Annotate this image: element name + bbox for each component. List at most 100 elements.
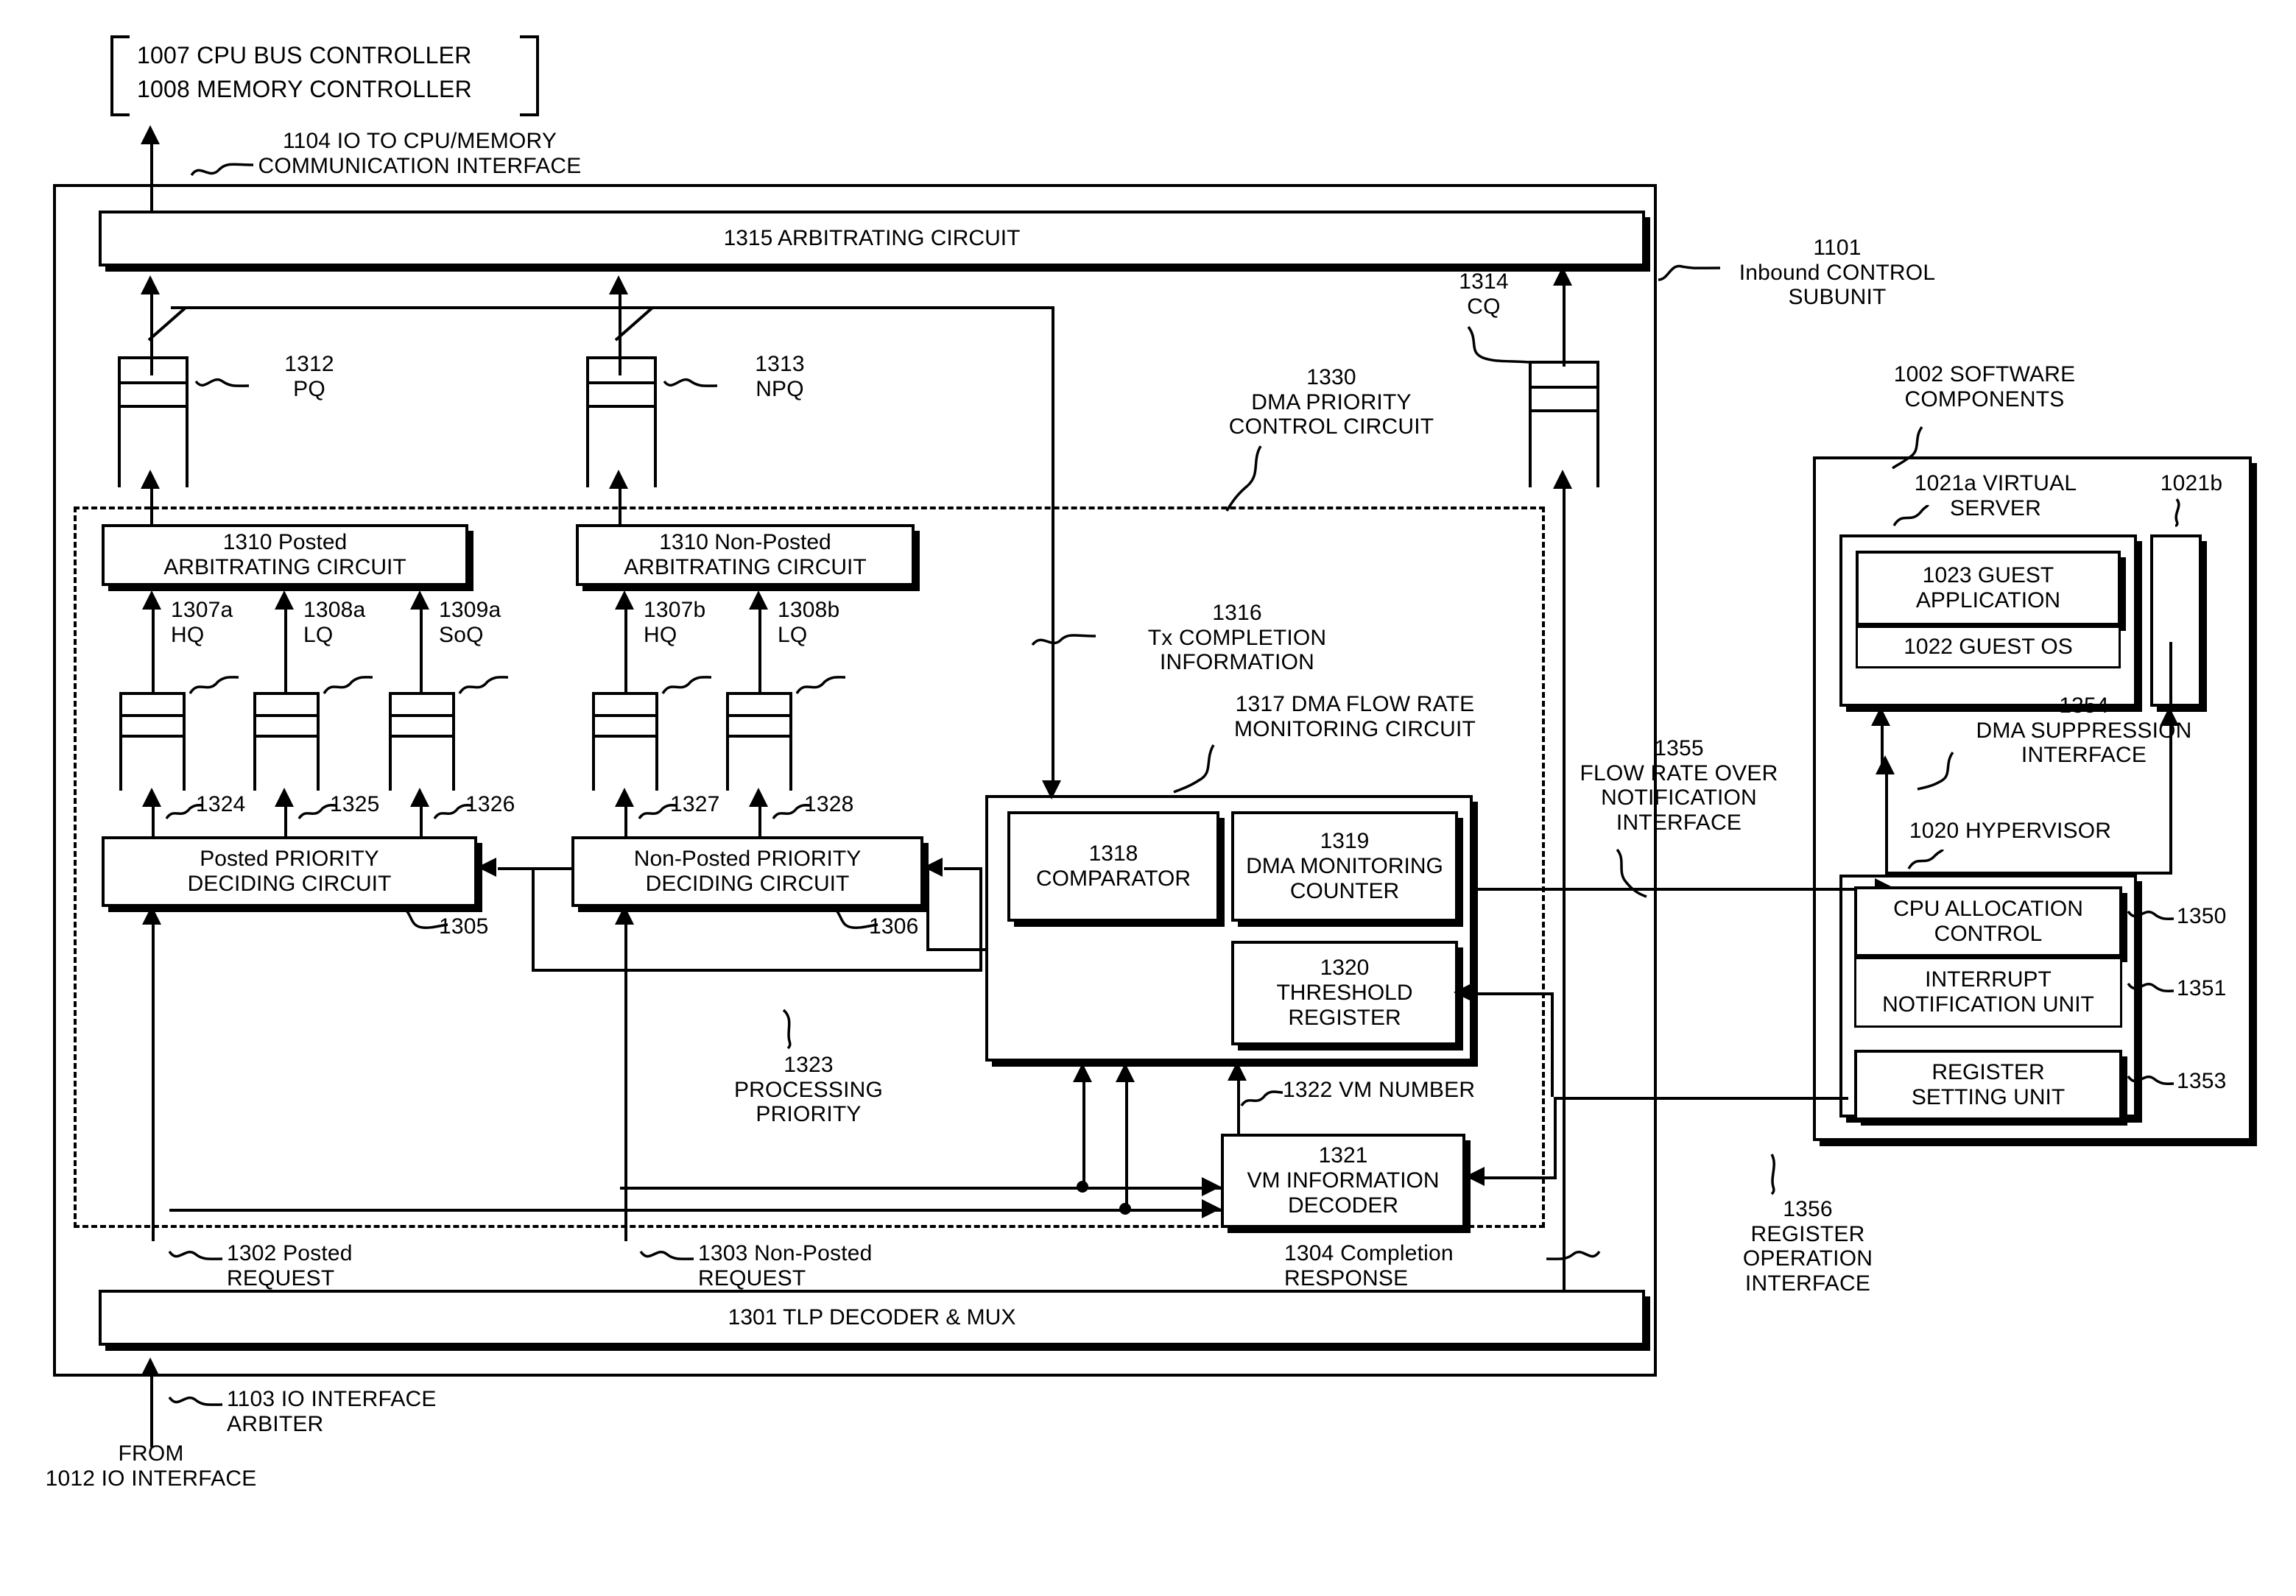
nonposted-priority-deciding-circuit-1306: Non-Posted PRIORITY DECIDING CIRCUIT bbox=[571, 836, 923, 907]
leader-1308a bbox=[323, 674, 374, 696]
dma-monitoring-counter-1319: 1319 DMA MONITORING COUNTER bbox=[1231, 811, 1458, 922]
leader-1323 bbox=[773, 1009, 803, 1050]
queue-hq-a bbox=[119, 692, 186, 760]
queue-pq-left-tail bbox=[118, 442, 121, 487]
posted-priority-ref-1305: 1305 bbox=[439, 914, 489, 939]
leader-1308b bbox=[795, 674, 847, 696]
arrow-1325 bbox=[275, 788, 294, 807]
pp-bus-horizontal bbox=[532, 969, 982, 972]
arrow-1324 bbox=[142, 788, 161, 807]
bus-nib-mid bbox=[611, 306, 655, 347]
queue-cq-right-tail bbox=[1596, 446, 1599, 487]
arrow-into-pq bbox=[141, 470, 160, 489]
arrow-npq-to-arb bbox=[609, 275, 628, 294]
signal-1325-label: 1325 bbox=[330, 792, 380, 816]
arrow-vm-number bbox=[1228, 1062, 1247, 1081]
line-tap-1 bbox=[1082, 1082, 1085, 1187]
lq-1308a-label: 1308a LQ bbox=[303, 598, 366, 647]
arrow-cq-to-arb bbox=[1553, 266, 1572, 286]
patent-figure-canvas: 1007 CPU BUS CONTROLLER 1008 MEMORY CONT… bbox=[0, 0, 2296, 1596]
leader-1326 bbox=[433, 802, 473, 822]
threshold-register-1320: 1320 THRESHOLD REGISTER bbox=[1231, 941, 1458, 1045]
comparator-1318: 1318 COMPARATOR bbox=[1007, 811, 1219, 922]
posted-arbitrating-circuit-1310: 1310 Posted ARBITRATING CIRCUIT bbox=[102, 524, 468, 586]
leader-1351 bbox=[2127, 978, 2175, 998]
line-hq-a bbox=[152, 610, 155, 692]
leader-1306 bbox=[828, 904, 879, 933]
vm-information-decoder-1321: 1321 VM INFORMATION DECODER bbox=[1221, 1134, 1465, 1228]
arrow-to-cpu-memory bbox=[141, 125, 160, 144]
pp-feed-nonposted bbox=[944, 867, 979, 870]
arrow-into-vm-decoder-2 bbox=[1202, 1199, 1221, 1218]
register-operation-interface-label: 1356 REGISTER OPERATION INTERFACE bbox=[1742, 1197, 1873, 1296]
leader-1324 bbox=[165, 802, 205, 822]
leader-1302 bbox=[168, 1246, 224, 1268]
arrow-1326 bbox=[410, 788, 429, 807]
queue-soq-a-tl bbox=[389, 760, 392, 791]
riser-threshold-register bbox=[1551, 992, 1554, 1097]
arrow-nonposted-req-up bbox=[615, 905, 634, 925]
queue-npq-left-tail bbox=[586, 442, 589, 487]
bus-reg-op-horizontal bbox=[1554, 1097, 1848, 1100]
io-to-cpu-memory-interface-label: 1104 IO TO CPU/MEMORY COMMUNICATION INTE… bbox=[258, 129, 582, 178]
virtual-server-1021b bbox=[2150, 534, 2202, 707]
leader-1304 bbox=[1545, 1246, 1601, 1268]
from-io-interface-label: FROM 1012 IO INTERFACE bbox=[45, 1441, 257, 1491]
leader-1314 bbox=[1465, 324, 1532, 368]
queue-npq bbox=[586, 356, 657, 442]
inbound-control-subunit-label: 1101 Inbound CONTROL SUBUNIT bbox=[1739, 236, 1936, 310]
soq-1309a-label: 1309a SoQ bbox=[439, 598, 501, 647]
queue-lq-b bbox=[726, 692, 792, 760]
cpu-bus-controller-label: 1007 CPU BUS CONTROLLER bbox=[137, 42, 472, 68]
leader-1305 bbox=[398, 904, 449, 933]
queue-pq-right-tail bbox=[186, 442, 189, 487]
line-cq-to-arb bbox=[1563, 286, 1566, 367]
line-into-cq bbox=[1563, 489, 1566, 1299]
line-vm-number bbox=[1237, 1081, 1240, 1135]
queue-hq-a-tl bbox=[119, 760, 122, 791]
signal-1324-label: 1324 bbox=[196, 792, 246, 816]
queue-lq-b-tl bbox=[726, 760, 729, 791]
cq-label: 1314 CQ bbox=[1459, 269, 1509, 319]
line-lq-b bbox=[758, 610, 761, 692]
line-tap-2 bbox=[1125, 1082, 1128, 1209]
signal-1326-label: 1326 bbox=[465, 792, 515, 816]
bus-to-threshold-register bbox=[1473, 992, 1554, 995]
tx-completion-information-label: 1316 Tx COMPLETION INFORMATION bbox=[1147, 601, 1327, 675]
flow-rate-over-notification-label: 1355 FLOW RATE OVER NOTIFICATION INTERFA… bbox=[1580, 736, 1778, 835]
dma-priority-control-label: 1330 DMA PRIORITY CONTROL CIRCUIT bbox=[1228, 365, 1434, 439]
arrow-pp-into-posted bbox=[477, 858, 496, 877]
memory-controller-label: 1008 MEMORY CONTROLLER bbox=[137, 76, 472, 102]
nonposted-arbitrating-circuit-1310: 1310 Non-Posted ARBITRATING CIRCUIT bbox=[576, 524, 915, 586]
arbitrating-circuit-1315: 1315 ARBITRATING CIRCUIT bbox=[99, 211, 1645, 266]
npq-label: 1313 NPQ bbox=[755, 352, 805, 401]
arrow-pq-to-arb bbox=[141, 275, 160, 294]
bus-to-vm-decoder-2 bbox=[169, 1209, 1221, 1212]
leader-1327 bbox=[638, 802, 677, 822]
arrow-posted-req-up bbox=[142, 905, 161, 925]
leader-1309a bbox=[458, 674, 510, 696]
bus-monitor-left-stub bbox=[926, 948, 988, 951]
queue-npq-right-tail bbox=[654, 442, 657, 487]
queue-hq-a-tr bbox=[183, 760, 186, 791]
hypervisor-label: 1020 HYPERVISOR bbox=[1909, 819, 2112, 843]
pp-feed-posted bbox=[532, 867, 571, 870]
leader-1303 bbox=[639, 1246, 695, 1268]
leader-1330 bbox=[1222, 445, 1267, 512]
queue-lq-a-tr bbox=[317, 760, 320, 791]
arrow-into-vs-a bbox=[1871, 707, 1890, 726]
pp-drop-right bbox=[979, 867, 982, 970]
leader-1322 bbox=[1240, 1088, 1284, 1110]
queue-cq bbox=[1529, 361, 1599, 446]
lq-1308b-label: 1308b LQ bbox=[778, 598, 840, 647]
pp-feed-posted2 bbox=[498, 867, 535, 870]
pq-label: 1312 PQ bbox=[284, 352, 334, 401]
vm-number-label: 1322 VM NUMBER bbox=[1283, 1078, 1476, 1102]
queue-lq-b-tr bbox=[789, 760, 792, 791]
arrow-reg-into-vm-decoder bbox=[1465, 1167, 1485, 1186]
leader-1328 bbox=[772, 802, 811, 822]
posted-request-label: 1302 Posted REQUEST bbox=[227, 1241, 353, 1290]
guest-application-1023: 1023 GUEST APPLICATION bbox=[1856, 551, 2121, 626]
tx-info-riser bbox=[1052, 306, 1054, 792]
posted-priority-deciding-circuit-1305: Posted PRIORITY DECIDING CIRCUIT bbox=[102, 836, 477, 907]
